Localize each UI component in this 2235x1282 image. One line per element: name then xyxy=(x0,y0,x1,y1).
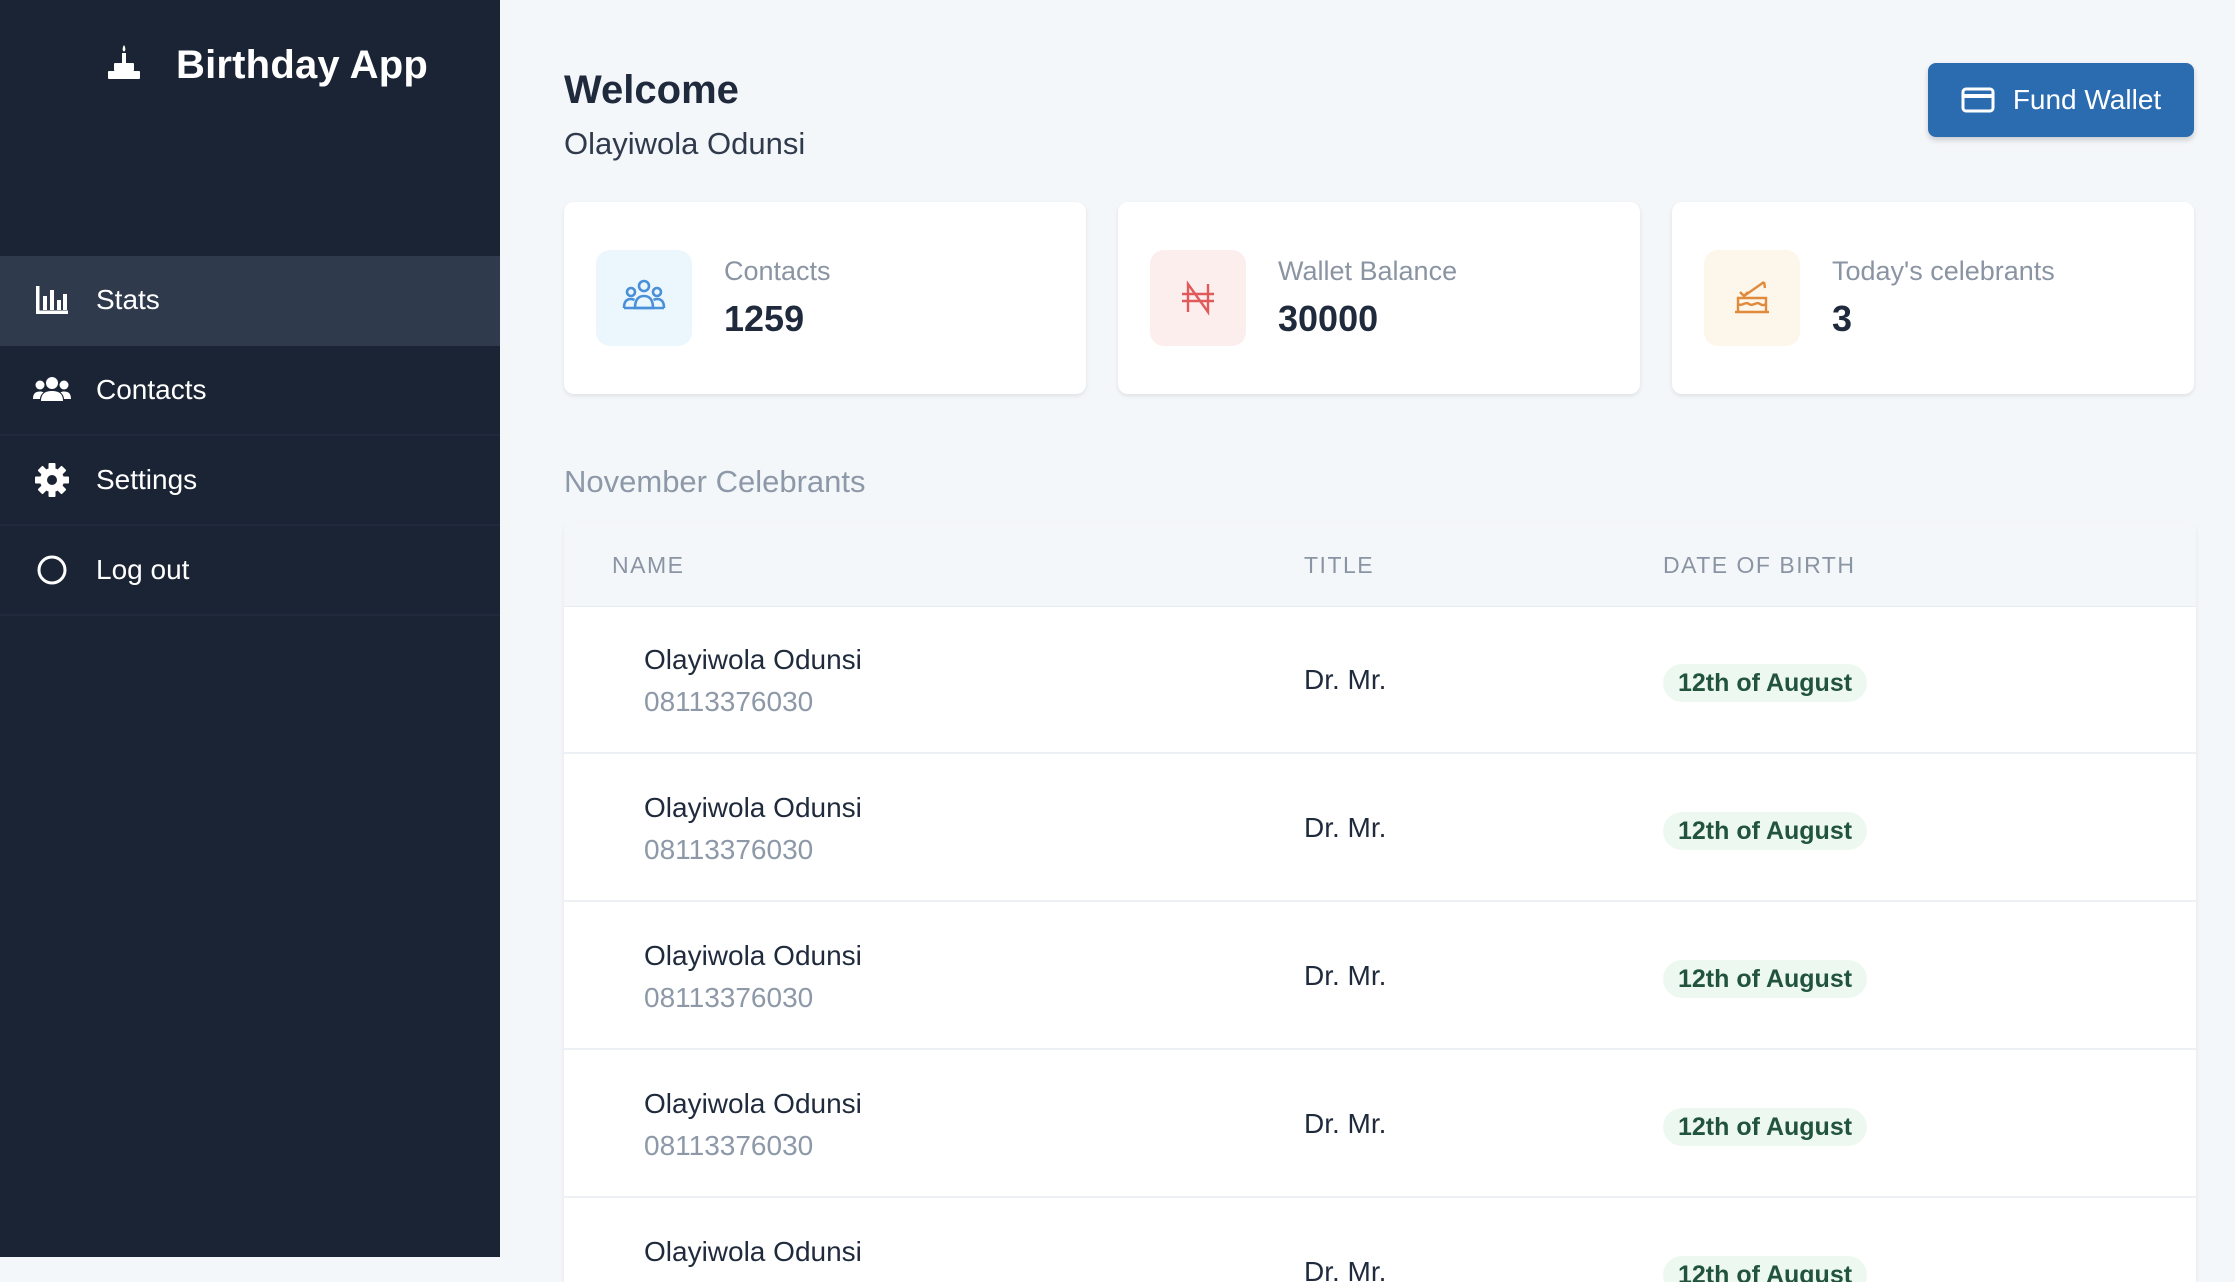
main-content: Welcome Olayiwola Odunsi Fund Wallet Con… xyxy=(500,0,2235,1282)
table-row[interactable]: Olayiwola Odunsi 08113376030 Dr. Mr. 12t… xyxy=(564,754,2196,902)
table-row[interactable]: Olayiwola Odunsi 08113376030 Dr. Mr. 12t… xyxy=(564,902,2196,1050)
celebrants-table: NAME TITLE DATE OF BIRTH Olayiwola Oduns… xyxy=(564,522,2196,1282)
users-icon xyxy=(33,377,71,401)
card-icon-container xyxy=(1150,250,1246,346)
table-row[interactable]: Olayiwola Odunsi 08113376030 Dr. Mr. 12t… xyxy=(564,606,2196,754)
celebrant-title: Dr. Mr. xyxy=(1304,960,1387,991)
stat-card-todays-celebrants: Today's celebrants 3 xyxy=(1672,202,2194,394)
stat-label: Wallet Balance xyxy=(1278,256,1458,286)
celebrant-name: Olayiwola Odunsi xyxy=(644,940,862,971)
column-header-name: NAME xyxy=(612,552,685,578)
section-title: November Celebrants xyxy=(564,464,866,499)
sidebar: Birthday App Stats Contacts Settings Log… xyxy=(0,0,500,1257)
stat-value: 30000 xyxy=(1278,298,1379,339)
dob-badge: 12th of August xyxy=(1663,812,1868,850)
column-header-date-of-birth: DATE OF BIRTH xyxy=(1663,552,1856,578)
dob-badge: 12th of August xyxy=(1663,664,1868,702)
celebrant-phone: 08113376030 xyxy=(644,686,814,717)
celebrant-phone: 08113376030 xyxy=(644,982,814,1013)
birthday-cake-icon xyxy=(1735,281,1769,314)
celebrant-name: Olayiwola Odunsi xyxy=(644,644,862,675)
sidebar-item-label: Contacts xyxy=(96,374,207,405)
stat-value: 1259 xyxy=(724,298,805,339)
celebrant-title: Dr. Mr. xyxy=(1304,812,1387,843)
birthday-cake-icon xyxy=(108,45,140,79)
fund-wallet-label: Fund Wallet xyxy=(2012,84,2162,115)
stat-card-wallet-balance: Wallet Balance 30000 xyxy=(1118,202,1640,394)
table-header: NAME TITLE DATE OF BIRTH xyxy=(564,522,2196,607)
celebrant-name: Olayiwola Odunsi xyxy=(644,1088,862,1119)
celebrant-title: Dr. Mr. xyxy=(1304,1108,1387,1139)
stat-label: Today's celebrants xyxy=(1832,256,2055,286)
sidebar-nav: Stats Contacts Settings Log out xyxy=(0,256,500,616)
celebrant-phone: 08113376030 xyxy=(644,834,814,865)
dob-badge: 12th of August xyxy=(1663,1256,1868,1282)
table-row[interactable]: Olayiwola Odunsi 08113376030 Dr. Mr. 12t… xyxy=(564,1050,2196,1198)
column-header-title: TITLE xyxy=(1304,552,1375,578)
stat-label: Contacts xyxy=(724,256,831,286)
fund-wallet-button[interactable]: Fund Wallet xyxy=(1928,63,2194,137)
people-group-icon xyxy=(622,279,666,310)
dob-badge: 12th of August xyxy=(1663,1108,1868,1146)
brand[interactable]: Birthday App xyxy=(100,30,428,100)
sidebar-item-label: Settings xyxy=(96,464,198,495)
stat-card-contacts: Contacts 1259 xyxy=(564,202,1086,394)
celebrant-phone: 08113376030 xyxy=(644,1130,814,1161)
celebrant-phone: 08113376030 xyxy=(644,1278,813,1282)
table-row[interactable]: Olayiwola Odunsi 08113376030 Dr. Mr. 12t… xyxy=(564,1198,2196,1282)
app-name: Birthday App xyxy=(176,42,429,87)
page-title: Welcome xyxy=(564,68,739,112)
sidebar-item-label: Log out xyxy=(96,554,190,585)
celebrant-name: Olayiwola Odunsi xyxy=(644,792,862,823)
naira-icon xyxy=(1182,280,1214,316)
user-name: Olayiwola Odunsi xyxy=(564,126,806,161)
celebrant-title: Dr. Mr. xyxy=(1304,1256,1387,1282)
sidebar-item-logout[interactable]: Log out xyxy=(0,526,500,616)
stat-value: 3 xyxy=(1832,298,1853,339)
bar-chart-icon xyxy=(36,286,68,314)
sidebar-item-contacts[interactable]: Contacts xyxy=(0,346,500,436)
celebrant-title: Dr. Mr. xyxy=(1304,664,1387,695)
circle-icon xyxy=(37,555,67,585)
sidebar-item-settings[interactable]: Settings xyxy=(0,436,500,526)
credit-card-icon xyxy=(1961,87,1995,113)
sidebar-item-stats[interactable]: Stats xyxy=(0,256,500,346)
celebrant-name: Olayiwola Odunsi xyxy=(644,1236,862,1267)
gear-icon xyxy=(35,463,69,497)
dob-badge: 12th of August xyxy=(1663,960,1868,998)
card-icon-container xyxy=(1704,250,1800,346)
card-icon-container xyxy=(596,250,692,346)
sidebar-item-label: Stats xyxy=(96,284,160,315)
